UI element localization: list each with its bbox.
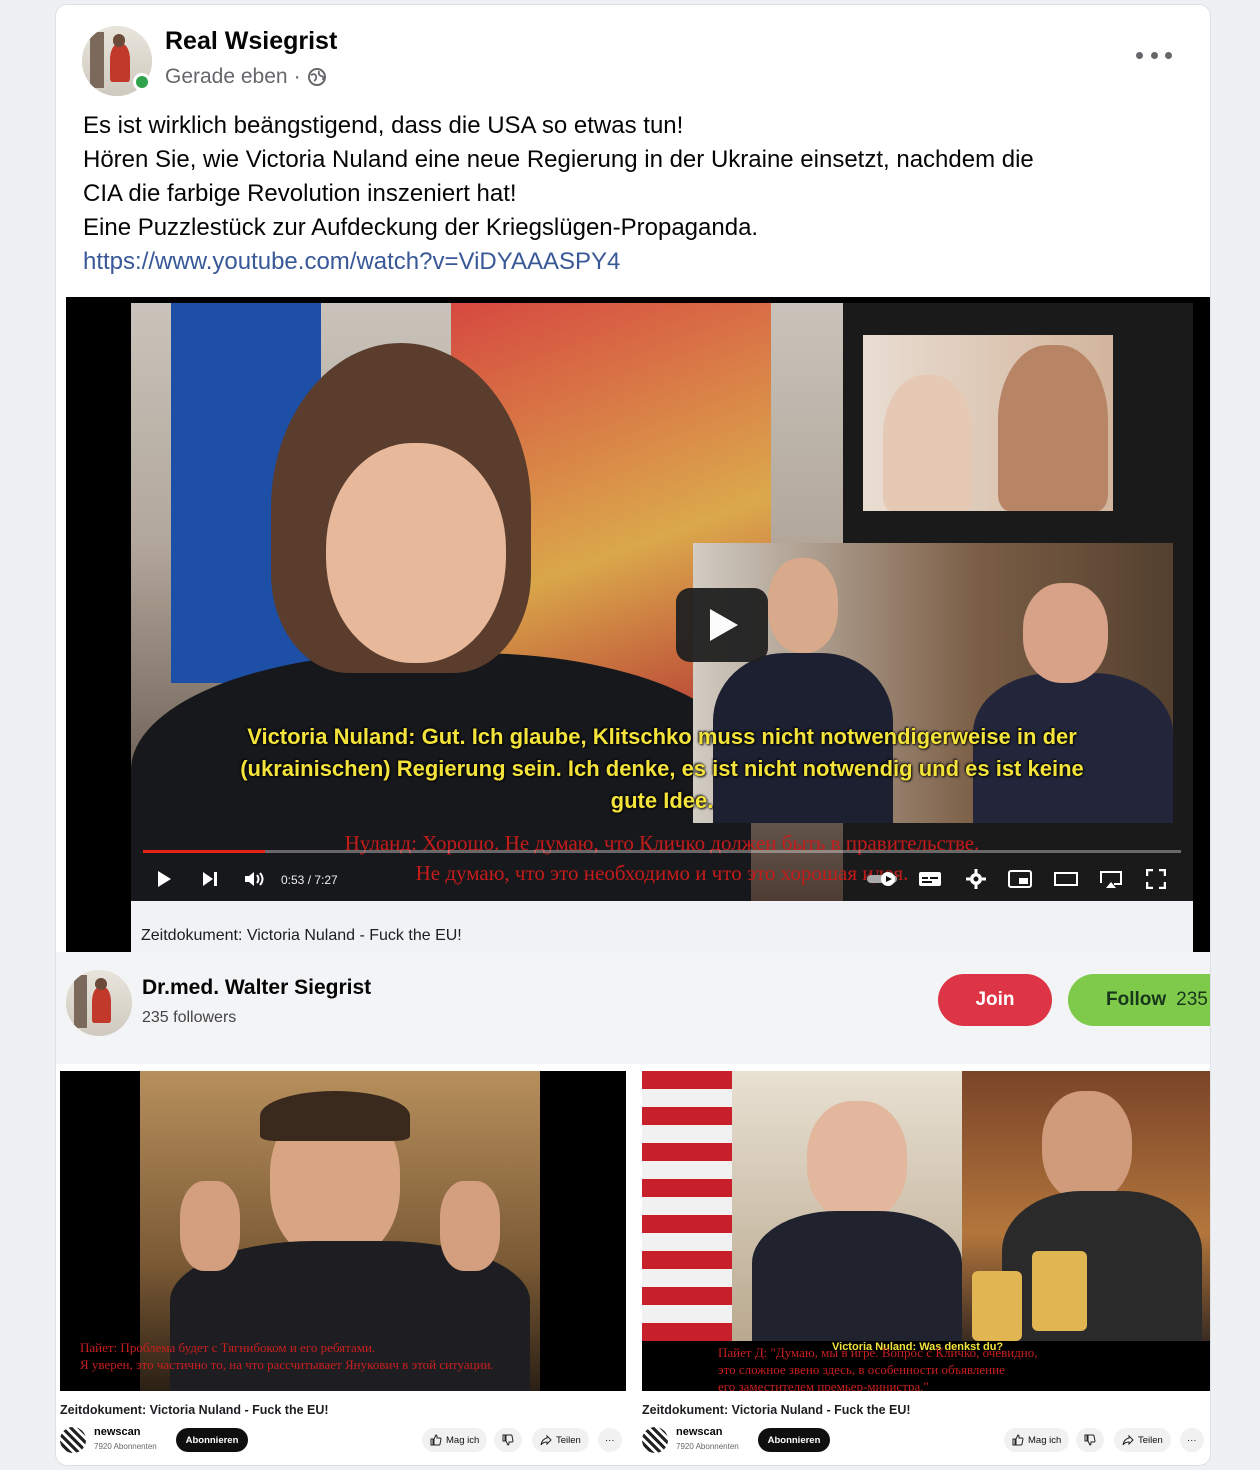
share-label: Teilen — [556, 1434, 581, 1446]
subtitle-line: Пайет: Проблема будет с Тягнибоком и его… — [80, 1340, 376, 1355]
channel-followers: 235 followers — [142, 1009, 237, 1026]
theater-button[interactable] — [1053, 865, 1079, 893]
play-button[interactable] — [676, 588, 768, 662]
video-player[interactable]: Victoria Nuland: Gut. Ich glaube, Klitsc… — [131, 303, 1193, 901]
join-button[interactable]: Join — [938, 974, 1052, 1026]
cast-icon — [1100, 871, 1122, 888]
post-meta: Gerade eben · — [165, 65, 327, 89]
play-control[interactable] — [153, 865, 175, 893]
theater-icon — [1054, 872, 1078, 886]
subtitle-line: Пайет Д: "Думаю, мы в игре. Вопрос с Кли… — [718, 1345, 1038, 1360]
post-text-line: Es ist wirklich beängstigend, dass die U… — [83, 112, 684, 139]
yt-channel-name[interactable]: newscan — [676, 1426, 722, 1438]
subtitle-line: Victoria Nuland: Gut. Ich glaube, Klitsc… — [247, 724, 1077, 749]
yt-subscriber-count: 7920 Abonnenten — [94, 1442, 157, 1451]
like-label: Mag ich — [446, 1434, 480, 1446]
like-icon — [430, 1434, 442, 1446]
channel-avatar[interactable] — [66, 970, 132, 1036]
more-actions-button[interactable]: ··· — [1180, 1428, 1204, 1452]
play-icon — [158, 871, 171, 887]
settings-icon — [966, 869, 986, 889]
online-status-indicator — [133, 73, 151, 91]
subtitle-line: gute Idee. — [610, 788, 714, 813]
post-text-line: CIA die farbige Revolution inszeniert ha… — [83, 180, 517, 207]
dislike-icon — [1084, 1434, 1096, 1446]
youtube-action-bar: newscan 7920 Abonnenten Abonnieren Mag i… — [642, 1423, 1210, 1457]
like-button[interactable]: Mag ich — [1004, 1428, 1070, 1452]
post-text-line: Eine Puzzlestück zur Aufdeckung der Krie… — [83, 214, 759, 241]
share-icon — [540, 1434, 552, 1446]
dislike-button[interactable] — [1076, 1428, 1104, 1452]
more-icon — [1136, 51, 1143, 59]
autoplay-toggle[interactable] — [865, 865, 901, 893]
thumbnail-subtitle: Пайет Д: "Думаю, мы в игре. Вопрос с Кли… — [718, 1344, 1038, 1391]
post-timestamp[interactable]: Gerade eben — [165, 65, 288, 89]
video-progress-played — [143, 850, 266, 853]
yt-channel-name[interactable]: newscan — [94, 1426, 140, 1438]
play-icon — [710, 609, 738, 641]
follow-count: 235 — [1176, 989, 1208, 1010]
next-icon — [203, 872, 217, 886]
youtube-link[interactable]: https://www.youtube.com/watch?v=ViDYAAAS… — [83, 248, 620, 275]
thumbnail-subtitle: Пайет: Проблема будет с Тягнибоком и его… — [80, 1339, 494, 1373]
subtitle-line: это сложное звено здесь, в особенности о… — [718, 1362, 1005, 1377]
youtube-action-bar: newscan 7920 Abonnenten Abonnieren Mag i… — [60, 1423, 626, 1457]
video-caption: Zeitdokument: Victoria Nuland - Fuck the… — [141, 927, 462, 944]
video-time: 0:53 / 7:27 — [281, 873, 338, 887]
globe-icon — [307, 68, 326, 86]
thumbnail-title[interactable]: Zeitdokument: Victoria Nuland - Fuck the… — [642, 1403, 911, 1417]
video-progress-bar[interactable] — [143, 850, 1181, 853]
subscribe-button[interactable]: Abonnieren — [758, 1428, 830, 1452]
subtitle-line: Я уверен, это частично то, на что рассчи… — [80, 1357, 494, 1372]
volume-button[interactable] — [243, 865, 267, 893]
video-subtitle-german: Victoria Nuland: Gut. Ich glaube, Klitsc… — [131, 721, 1193, 817]
dislike-icon — [502, 1434, 514, 1446]
dislike-button[interactable] — [494, 1428, 522, 1452]
autoplay-toggle-icon — [867, 872, 897, 886]
video-thumbnail-image[interactable]: Пайет: Проблема будет с Тягнибоком и его… — [60, 1071, 626, 1391]
channel-row: Dr.med. Walter Siegrist 235 followers Jo… — [56, 952, 1210, 1064]
video-thumbnail-card: Victoria Nuland: Was denkst du? Пайет Д:… — [642, 1071, 1210, 1463]
video-thumbnail-card: Пайет: Проблема будет с Тягнибоком и его… — [60, 1071, 626, 1463]
author-name[interactable]: Real Wsiegrist — [165, 27, 337, 56]
cast-button[interactable] — [1097, 865, 1125, 893]
more-actions-button[interactable]: ··· — [598, 1428, 622, 1452]
share-icon — [1122, 1434, 1134, 1446]
like-button[interactable]: Mag ich — [422, 1428, 488, 1452]
settings-button[interactable] — [963, 865, 989, 893]
channel-name[interactable]: Dr.med. Walter Siegrist — [142, 976, 371, 1000]
channel-logo-icon[interactable] — [642, 1427, 668, 1453]
follow-label: Follow — [1106, 989, 1167, 1010]
meta-separator: · — [293, 65, 301, 88]
video-thumbnail-image[interactable]: Victoria Nuland: Was denkst du? Пайет Д:… — [642, 1071, 1210, 1391]
fullscreen-button[interactable] — [1143, 865, 1169, 893]
subtitles-button[interactable] — [917, 865, 943, 893]
video-frame-image-inset-top — [863, 335, 1113, 511]
video-embed: Victoria Nuland: Gut. Ich glaube, Klitsc… — [66, 297, 1210, 952]
yt-subscriber-count: 7920 Abonnenten — [676, 1442, 739, 1451]
like-label: Mag ich — [1028, 1434, 1062, 1446]
post-card: Real Wsiegrist Gerade eben · Es ist wirk… — [55, 4, 1211, 1466]
subtitle-line: Нуланд: Хорошо. Не думаю, что Кличко дол… — [344, 831, 980, 855]
like-icon — [1012, 1434, 1024, 1446]
miniplayer-button[interactable] — [1007, 865, 1033, 893]
channel-logo-icon[interactable] — [60, 1427, 86, 1453]
video-controls: 0:53 / 7:27 — [131, 861, 1193, 897]
thumbnail-title[interactable]: Zeitdokument: Victoria Nuland - Fuck the… — [60, 1403, 329, 1417]
post-text-line: Hören Sie, wie Victoria Nuland eine neue… — [83, 146, 1034, 173]
volume-icon — [245, 872, 264, 886]
post-text: Es ist wirklich beängstigend, dass die U… — [83, 109, 1183, 279]
share-button[interactable]: Teilen — [1114, 1428, 1171, 1452]
fullscreen-icon — [1146, 869, 1166, 889]
next-button[interactable] — [199, 865, 221, 893]
share-label: Teilen — [1138, 1434, 1163, 1446]
more-options-button[interactable] — [1136, 43, 1172, 67]
follow-button[interactable]: Follow 235 — [1068, 974, 1210, 1026]
subtitle-line: (ukrainischen) Regierung sein. Ich denke… — [240, 756, 1084, 781]
subtitle-line: его заместителем премьер-министра." — [718, 1379, 929, 1391]
share-button[interactable]: Teilen — [532, 1428, 589, 1452]
subtitles-icon — [919, 872, 941, 886]
miniplayer-icon — [1008, 870, 1032, 888]
subscribe-button[interactable]: Abonnieren — [176, 1428, 248, 1452]
